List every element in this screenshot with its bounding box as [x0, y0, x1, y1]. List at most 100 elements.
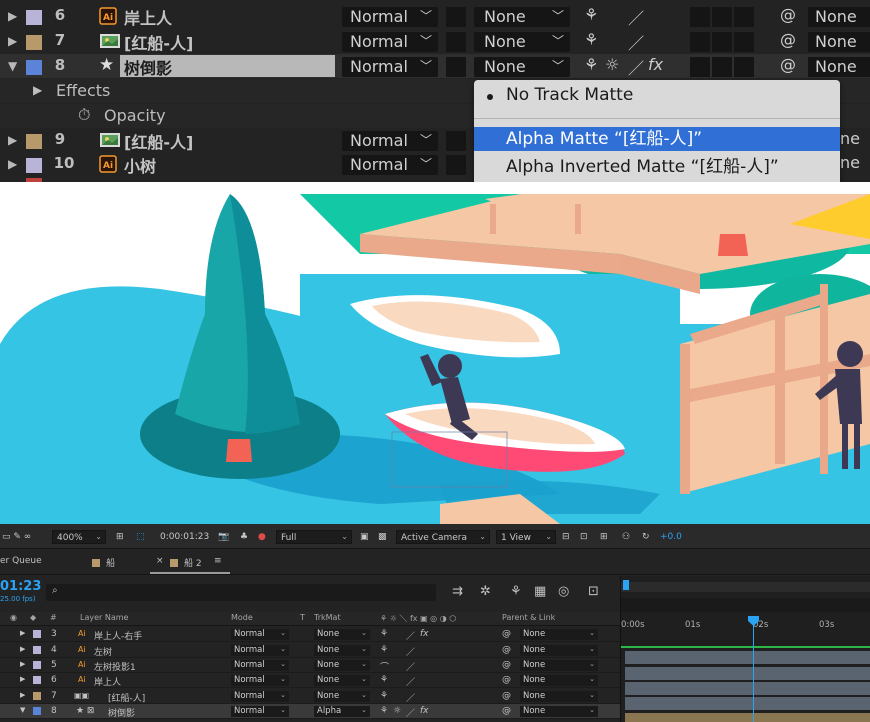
fx-switch[interactable]: fx [420, 629, 429, 639]
region-icon[interactable]: ▣ [360, 530, 369, 544]
layer-name[interactable]: [红船-人] [124, 30, 193, 54]
preserve-transparency-toggle[interactable] [446, 7, 466, 27]
label-color-swatch[interactable] [33, 661, 41, 669]
transparency-grid-icon[interactable]: ▩ [378, 530, 387, 544]
timeline-area[interactable]: 0:00s 01s 02s 03s [620, 576, 870, 722]
trackmatte-select[interactable]: None ﹀ [474, 7, 570, 27]
layer-row[interactable]: ▶ 7 ▣▣ [红船-人] Normal ⌄ None ⌄ ⚘ ／ @ None ⌄ [0, 689, 620, 704]
expand-arrow-icon[interactable]: ▶ [20, 675, 25, 683]
shy-switch-icon[interactable]: ⚘ [380, 706, 388, 716]
shy-switch-icon[interactable]: ⚘ [380, 675, 388, 685]
switch-box[interactable] [712, 32, 732, 52]
quality-slash-icon[interactable]: ／ [406, 629, 415, 642]
pickwhip-icon[interactable]: @ [780, 30, 796, 49]
switch-box[interactable] [690, 7, 710, 27]
switch-box[interactable] [690, 32, 710, 52]
safe-area-icon[interactable]: ⊞ [116, 530, 124, 544]
color-channel-icon[interactable]: ● [258, 530, 266, 544]
layer-duration-bar[interactable] [625, 682, 870, 695]
label-color-swatch[interactable] [26, 158, 42, 173]
layer-name[interactable]: 岸上人-右手 [94, 629, 142, 642]
parent-select[interactable]: None ⌄ [520, 691, 598, 702]
menu-item-alpha-inverted-matte[interactable]: Alpha Inverted Matte “[红船-人]” [474, 155, 840, 179]
trackmatte-dropdown-menu[interactable]: No Track Matte Alpha Matte “[红船-人]” Alph… [474, 80, 840, 182]
mode-select[interactable]: Normal ﹀ [342, 131, 438, 151]
shy-switch-icon[interactable]: ⚘ [380, 691, 388, 701]
layer-name[interactable]: 小树 [124, 153, 156, 177]
preserve-transparency-toggle[interactable] [446, 32, 466, 52]
stopwatch-icon[interactable]: ⏱ [78, 105, 90, 125]
menu-item-alpha-matte[interactable]: Alpha Matte “[红船-人]” [474, 127, 840, 151]
exposure-value[interactable]: +0.0 [660, 530, 682, 544]
layer-name[interactable]: 树倒影 [108, 706, 135, 719]
mode-select[interactable]: Normal ⌄ [231, 675, 289, 686]
label-color-swatch[interactable] [33, 630, 41, 638]
layer-duration-bar[interactable] [625, 713, 870, 722]
preserve-transparency-toggle[interactable] [446, 155, 466, 175]
layer-row[interactable]: ▶ 6 Ai 岸上人 Normal ﹀ None ﹀ ⚘ ／ @ None [0, 4, 870, 28]
tab-close-button[interactable]: × [156, 556, 164, 566]
parent-select[interactable]: None ⌄ [520, 645, 598, 656]
shy-switch-icon[interactable]: ⚘ [380, 629, 388, 639]
hide-shy-layers-icon[interactable]: ⚘ [510, 584, 522, 599]
layer-duration-bar[interactable] [625, 651, 870, 664]
shy-switch-icon[interactable]: ⚘ [584, 5, 598, 24]
trackmatte-select[interactable]: None ⌄ [314, 675, 370, 686]
expand-arrow-icon[interactable]: ▶ [20, 629, 25, 637]
preserve-transparency-toggle[interactable] [446, 131, 466, 151]
parent-select[interactable]: None ⌄ [520, 706, 598, 717]
frame-blending-icon[interactable]: ▦ [534, 584, 546, 599]
trackmatte-select[interactable]: None ⌄ [314, 660, 370, 671]
label-color-swatch[interactable] [33, 692, 41, 700]
trackmatte-select[interactable]: None ﹀ [474, 57, 570, 77]
shy-switch-icon[interactable]: ⚘ [584, 55, 598, 74]
trackmatte-select[interactable]: None ﹀ [474, 32, 570, 52]
quality-slash-icon[interactable]: ／ [406, 660, 415, 673]
layer-row-selected[interactable]: ▼ 8 ★ 树倒影 Normal ﹀ None ﹀ ⚘ ☼ ／ fx @ None [0, 54, 870, 78]
current-time-indicator[interactable] [753, 616, 754, 722]
quality-slash-icon[interactable]: ／ [628, 55, 644, 79]
fast-preview-icon[interactable]: ⊡ [580, 530, 588, 544]
expand-arrow-icon[interactable]: ▶ [8, 34, 17, 48]
motion-blur-icon[interactable]: ◎ [558, 584, 569, 599]
pickwhip-icon[interactable]: @ [502, 691, 511, 701]
label-color-swatch[interactable] [33, 707, 41, 715]
layer-row[interactable]: ▶ 4 Ai 左树 Normal ⌄ None ⌄ ⚘ ／ @ None ⌄ [0, 643, 620, 658]
mode-select[interactable]: Normal ﹀ [342, 32, 438, 52]
layer-row[interactable]: ▶ 3 Ai 岸上人-右手 Normal ⌄ None ⌄ ⚘ ／ fx @ Non… [0, 627, 620, 642]
mode-select[interactable]: Normal ⌄ [231, 629, 289, 640]
switch-box[interactable] [734, 57, 754, 77]
tab-comp-2[interactable]: 船 2 [170, 556, 202, 569]
layer-row[interactable]: ▶ 5 Ai 左树投影1 Normal ⌄ None ⌄ ⌒ ／ @ None ⌄ [0, 658, 620, 673]
time-navigator[interactable] [621, 598, 870, 612]
label-color-swatch[interactable] [33, 676, 41, 684]
quality-slash-icon[interactable]: ／ [406, 675, 415, 688]
layer-duration-bar[interactable] [625, 697, 870, 710]
reset-exposure-icon[interactable]: ↻ [642, 530, 650, 544]
layer-row-selected[interactable]: ▼ 8 ★ ⊠ 树倒影 Normal ⌄ Alpha ⌄ ⚘ ☼ ／ fx @ No… [0, 704, 620, 719]
layer-row[interactable]: ▶ 7 [红船-人] Normal ﹀ None ﹀ ⚘ ／ @ None [0, 29, 870, 53]
parent-select[interactable]: None [808, 57, 870, 77]
current-time[interactable]: 01:23 [0, 579, 41, 594]
trackmatte-select[interactable]: Alpha ⌄ [314, 706, 370, 717]
mode-select[interactable]: Normal ﹀ [342, 7, 438, 27]
layer-row[interactable]: ▶ 6 Ai 岸上人 Normal ⌄ None ⌄ ⚘ ／ @ None ⌄ [0, 673, 620, 688]
show-snapshot-icon[interactable]: ♣ [240, 530, 248, 544]
layer-name[interactable]: 树倒影 [124, 55, 172, 79]
expand-arrow-icon[interactable]: ▶ [8, 133, 17, 147]
preserve-transparency-toggle[interactable] [446, 57, 466, 77]
layer-name[interactable]: [红船-人] [108, 691, 145, 704]
work-area-start-handle[interactable] [623, 580, 629, 590]
mode-select[interactable]: Normal ﹀ [342, 57, 438, 77]
expand-arrow-icon[interactable]: ▶ [8, 9, 17, 23]
shy-switch-icon[interactable]: ⚘ [380, 645, 388, 655]
draft-3d-icon[interactable]: ✲ [480, 584, 491, 599]
pickwhip-icon[interactable]: @ [502, 629, 511, 639]
trackmatte-select[interactable]: None ⌄ [314, 629, 370, 640]
work-area-bar[interactable] [621, 582, 870, 592]
switch-box[interactable] [734, 7, 754, 27]
collapse-arrow-icon[interactable]: ▼ [20, 706, 25, 714]
pickwhip-icon[interactable]: @ [502, 675, 511, 685]
pickwhip-icon[interactable]: @ [502, 706, 511, 716]
parent-value-partial[interactable]: ne [840, 153, 860, 172]
